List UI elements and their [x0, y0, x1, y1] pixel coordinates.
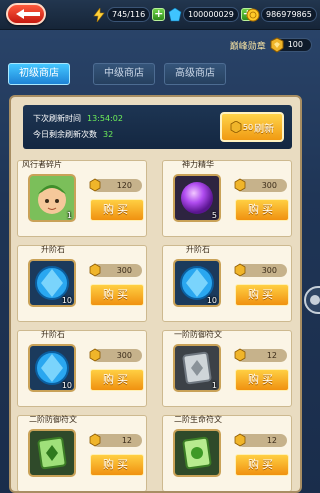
- shop-item-card: 二阶生命符文 12 购买: [162, 415, 292, 491]
- shop-item-card: 二阶防御符文 12 购买: [17, 415, 147, 491]
- item-price: 300: [234, 263, 287, 277]
- purple-orb-icon[interactable]: 5: [173, 174, 221, 222]
- remaining-count: 32: [103, 130, 114, 139]
- buy-button[interactable]: 购买: [235, 284, 289, 306]
- medal-icon: [234, 433, 246, 447]
- buy-button[interactable]: 购买: [90, 199, 144, 221]
- refresh-cost: 50: [242, 122, 254, 132]
- item-price: 12: [234, 433, 287, 447]
- crystal-resource: 100000029 +: [168, 6, 254, 23]
- item-price: 120: [89, 178, 142, 192]
- medal-icon: [230, 121, 242, 133]
- item-price-value: 300: [116, 351, 132, 360]
- back-button[interactable]: [6, 3, 46, 25]
- back-arrow-icon: [16, 9, 40, 19]
- shop-tabs: 初级商店 中级商店 高级商店: [8, 63, 235, 85]
- blue-gem-icon[interactable]: 10: [173, 259, 221, 307]
- item-quantity: 1: [66, 211, 72, 220]
- item-quantity: 10: [61, 296, 72, 305]
- item-price-value: 12: [266, 351, 277, 360]
- shop-item-card: 风行者碎片 1 120 购买: [17, 160, 147, 237]
- item-quantity: 10: [61, 381, 72, 390]
- item-price: 300: [234, 178, 287, 192]
- side-expand-button[interactable]: [304, 286, 320, 314]
- shop-item-card: 升阶石 10 300 购买: [17, 245, 147, 322]
- green-life-rune-icon[interactable]: [173, 429, 221, 477]
- green-rune-icon[interactable]: [28, 429, 76, 477]
- medal-icon: [89, 178, 101, 192]
- blue-gem-icon[interactable]: 10: [28, 259, 76, 307]
- next-refresh-row: 下次刷新时间 13:54:02: [33, 113, 123, 124]
- pull-tab-icon: [310, 295, 320, 305]
- item-price-value: 120: [116, 181, 132, 190]
- shop-item-card: 升阶石 10 300 购买: [17, 330, 147, 407]
- item-price: 12: [234, 348, 287, 362]
- refresh-button[interactable]: 50 刷新: [220, 112, 284, 142]
- add-stamina-button[interactable]: +: [152, 8, 166, 21]
- gold-resource: 986979865: [246, 6, 317, 23]
- medal-label: 巅峰勋章: [229, 41, 266, 52]
- item-name: 二阶生命符文: [174, 415, 222, 424]
- item-price-value: 12: [121, 436, 132, 445]
- remaining-refresh-row: 今日剩余刷新次数 32: [33, 129, 113, 140]
- next-refresh-label: 下次刷新时间: [33, 114, 81, 123]
- item-price-value: 300: [261, 266, 277, 275]
- item-price: 300: [89, 263, 142, 277]
- shop-item-card: 升阶石 10 300 购买: [162, 245, 292, 322]
- item-quantity: 1: [211, 381, 217, 390]
- buy-button[interactable]: 购买: [90, 454, 144, 476]
- item-price-value: 300: [116, 266, 132, 275]
- buy-button[interactable]: 购买: [90, 369, 144, 391]
- shop-panel: 下次刷新时间 13:54:02 今日剩余刷新次数 32 50 刷新 风行者碎片 1: [9, 95, 302, 493]
- buy-button[interactable]: 购买: [235, 369, 289, 391]
- item-name: 升阶石: [186, 245, 210, 254]
- item-price: 300: [89, 348, 142, 362]
- next-refresh-time: 13:54:02: [87, 114, 123, 123]
- lightning-icon: [93, 7, 105, 22]
- tab-basic-shop[interactable]: 初级商店: [8, 63, 70, 85]
- medal-icon: [270, 37, 284, 53]
- tab-intermediate-shop[interactable]: 中级商店: [93, 63, 155, 85]
- medal-icon: [89, 263, 101, 277]
- medal-icon: [234, 263, 246, 277]
- crystal-value: 100000029: [183, 7, 239, 22]
- medal-icon: [89, 433, 101, 447]
- medal-icon: [234, 178, 246, 192]
- refresh-label: 刷新: [254, 123, 275, 135]
- item-name: 一阶防御符文: [174, 330, 222, 339]
- buy-button[interactable]: 购买: [235, 199, 289, 221]
- gold-value: 986979865: [261, 7, 317, 22]
- buy-button[interactable]: 购买: [90, 284, 144, 306]
- medal-icon: [89, 348, 101, 362]
- stamina-value: 745/116: [107, 7, 151, 22]
- item-price-value: 300: [261, 181, 277, 190]
- medal-icon: [234, 348, 246, 362]
- refresh-info: 下次刷新时间 13:54:02 今日剩余刷新次数 32 50 刷新: [23, 105, 292, 149]
- item-name: 升阶石: [41, 245, 65, 254]
- item-name: 神力精华: [182, 160, 214, 169]
- item-name: 二阶防御符文: [29, 415, 77, 424]
- hero-portrait-icon[interactable]: 1: [28, 174, 76, 222]
- item-quantity: 10: [206, 296, 217, 305]
- item-price: 12: [89, 433, 142, 447]
- grey-rune-icon[interactable]: 1: [173, 344, 221, 392]
- medal-balance: 巅峰勋章 100: [230, 37, 312, 53]
- gold-coin-icon: [246, 8, 260, 21]
- stamina-resource: 745/116 +: [92, 6, 166, 23]
- remaining-label: 今日剩余刷新次数: [33, 130, 97, 139]
- item-quantity: 5: [211, 211, 217, 220]
- item-price-value: 12: [266, 436, 277, 445]
- shop-item-card: 一阶防御符文 1 12 购买: [162, 330, 292, 407]
- top-resource-bar: 745/116 + 100000029 + 986979865: [0, 0, 320, 30]
- item-name: 升阶石: [41, 330, 65, 339]
- crystal-icon: [168, 7, 182, 21]
- blue-gem-icon[interactable]: 10: [28, 344, 76, 392]
- buy-button[interactable]: 购买: [235, 454, 289, 476]
- shop-item-card: 神力精华 5 300 购买: [162, 160, 292, 237]
- item-name: 风行者碎片: [22, 160, 62, 169]
- tab-advanced-shop[interactable]: 高级商店: [164, 63, 226, 85]
